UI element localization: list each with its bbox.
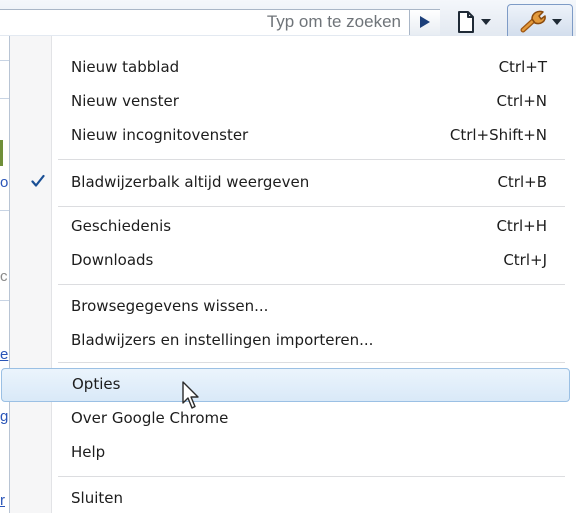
menu-separator: [58, 362, 565, 363]
menu-item-downloads[interactable]: Downloads Ctrl+J: [10, 244, 565, 278]
screenshot-root: Typ om te zoeken o c e g r Nieuw tabblad…: [0, 0, 576, 513]
checkmark-icon: [31, 174, 45, 187]
page-image-edge: [0, 140, 3, 166]
menu-separator: [58, 284, 565, 285]
menu-item-shortcut: Ctrl+H: [496, 217, 547, 235]
menu-item-clear-browsing-data[interactable]: Browsegegevens wissen...: [10, 290, 565, 324]
search-go-button[interactable]: [410, 9, 440, 35]
page-menu-button[interactable]: [444, 4, 504, 36]
menu-separator: [58, 206, 565, 207]
menu-item-new-tab[interactable]: Nieuw tabblad Ctrl+T: [10, 51, 565, 85]
menu-item-label: Downloads: [71, 251, 154, 269]
play-triangle-icon: [420, 16, 430, 28]
menu-item-label: Bladwijzers en instellingen importeren..…: [71, 331, 374, 349]
menu-separator: [58, 159, 565, 160]
chevron-down-icon: [552, 19, 562, 25]
menu-item-shortcut: Ctrl+T: [498, 58, 547, 76]
menu-item-shortcut: Ctrl+Shift+N: [449, 126, 547, 144]
menu-item-label: Geschiedenis: [71, 217, 172, 235]
wrench-dropdown-menu: Nieuw tabblad Ctrl+T Nieuw venster Ctrl+…: [1, 36, 576, 513]
menu-item-exit[interactable]: Sluiten: [10, 482, 565, 513]
wrench-icon: [520, 10, 546, 33]
search-input[interactable]: Typ om te zoeken: [0, 9, 410, 35]
menu-item-shortcut: Ctrl+N: [496, 92, 547, 110]
menu-item-label: Help: [71, 443, 106, 461]
menu-item-label: Opties: [72, 375, 121, 393]
menu-item-history[interactable]: Geschiedenis Ctrl+H: [10, 210, 565, 244]
menu-separator: [58, 476, 565, 477]
menu-item-new-window[interactable]: Nieuw venster Ctrl+N: [10, 85, 565, 119]
menu-item-always-show-bookmarks-bar[interactable]: Bladwijzerbalk altijd weergeven Ctrl+B: [10, 166, 565, 200]
menu-item-label: Nieuw venster: [71, 92, 179, 110]
menu-item-new-incognito-window[interactable]: Nieuw incognitovenster Ctrl+Shift+N: [10, 119, 565, 153]
menu-item-shortcut: Ctrl+J: [503, 251, 547, 269]
browser-toolbar: Typ om te zoeken: [0, 0, 576, 36]
mouse-cursor-icon: [182, 381, 199, 409]
wrench-menu-button[interactable]: [507, 4, 573, 36]
menu-item-shortcut: Ctrl+B: [497, 173, 547, 191]
chevron-down-icon: [481, 19, 491, 25]
menu-item-help[interactable]: Help: [10, 436, 565, 470]
menu-item-label: Sluiten: [71, 489, 123, 507]
menu-item-label: Bladwijzerbalk altijd weergeven: [71, 173, 310, 191]
menu-item-about-google-chrome[interactable]: Over Google Chrome: [10, 402, 565, 436]
menu-item-label: Nieuw incognitovenster: [71, 126, 249, 144]
menu-item-label: Browsegegevens wissen...: [71, 297, 269, 315]
menu-item-label: Nieuw tabblad: [71, 58, 180, 76]
menu-item-label: Over Google Chrome: [71, 409, 229, 427]
menu-item-import-bookmarks-settings[interactable]: Bladwijzers en instellingen importeren..…: [10, 324, 565, 358]
menu-item-options[interactable]: Opties: [1, 368, 570, 402]
page-document-icon: [458, 11, 474, 33]
